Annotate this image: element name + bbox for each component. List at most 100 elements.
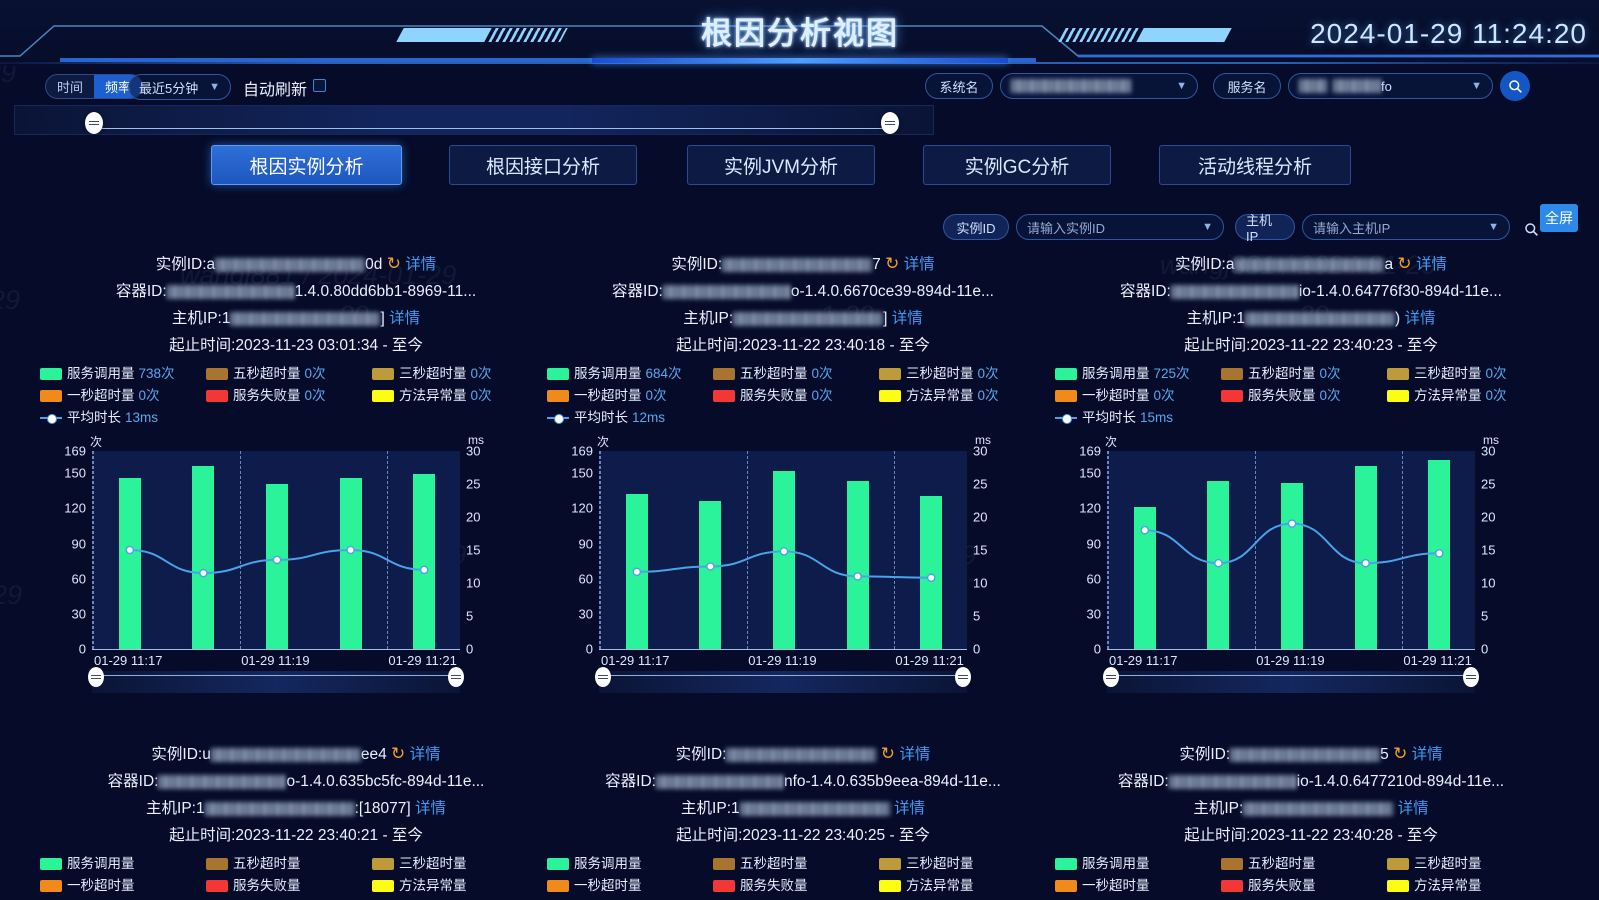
legend-item-timeout1[interactable]: 一秒超时量 bbox=[40, 875, 206, 897]
time-range-handle-left[interactable] bbox=[85, 112, 103, 134]
chart-line-point[interactable] bbox=[706, 562, 715, 571]
chart-line-point[interactable] bbox=[779, 547, 789, 556]
legend-item-calls[interactable]: 服务调用量 738次 bbox=[40, 363, 206, 385]
search-button-primary[interactable] bbox=[1500, 71, 1530, 101]
legend-item-timeout1[interactable]: 一秒超时量 bbox=[1055, 875, 1221, 897]
chart-line-point[interactable] bbox=[632, 567, 642, 577]
legend-item-avg[interactable]: 平均时长 15ms bbox=[1055, 407, 1567, 429]
instance-detail-link[interactable]: 详情 bbox=[904, 256, 935, 273]
legend-item-timeout5[interactable]: 五秒超时量 bbox=[1221, 853, 1387, 875]
instance-detail-link[interactable]: 详情 bbox=[899, 746, 930, 763]
chart-zoom-handle-right[interactable] bbox=[1463, 667, 1479, 687]
system-name-select[interactable]: ▼ bbox=[1000, 73, 1198, 99]
instance-detail-link[interactable]: 详情 bbox=[1416, 256, 1447, 273]
chart-zoom-handle-left[interactable] bbox=[595, 667, 611, 687]
chart-zoom-slider[interactable] bbox=[595, 667, 971, 693]
tab-root-instance-analysis[interactable]: 根因实例分析 bbox=[211, 145, 402, 185]
instance-detail-link[interactable]: 详情 bbox=[1412, 746, 1443, 763]
instance-detail-link[interactable]: 详情 bbox=[410, 746, 441, 763]
refresh-icon[interactable]: ↻ bbox=[881, 744, 895, 763]
legend-item-avg[interactable]: 平均时长 13ms bbox=[40, 407, 552, 429]
time-range-select[interactable]: 最近5分钟 ▼ bbox=[128, 74, 231, 100]
legend-item-timeout5[interactable]: 五秒超时量 bbox=[206, 853, 372, 875]
mode-time-option[interactable]: 时间 bbox=[46, 75, 94, 98]
chart-zoom-handle-right[interactable] bbox=[955, 667, 971, 687]
legend-item-timeout5[interactable]: 五秒超时量 0次 bbox=[206, 363, 372, 385]
chart-line-point[interactable] bbox=[125, 545, 135, 555]
legend-item-fails[interactable]: 服务失败量 0次 bbox=[1221, 385, 1387, 407]
host-detail-link[interactable]: 详情 bbox=[1398, 800, 1429, 817]
legend-item-calls[interactable]: 服务调用量 bbox=[40, 853, 206, 875]
legend-item-fails[interactable]: 服务失败量 bbox=[206, 875, 372, 897]
tab-root-interface-analysis[interactable]: 根因接口分析 bbox=[449, 145, 637, 185]
chart-line-point[interactable] bbox=[1361, 558, 1370, 568]
chart-zoom-handle-left[interactable] bbox=[88, 667, 104, 687]
host-ip-input[interactable]: 请输入主机IP ▼ bbox=[1302, 214, 1510, 240]
chart-line-point[interactable] bbox=[926, 573, 936, 583]
tab-instance-jvm-analysis[interactable]: 实例JVM分析 bbox=[687, 145, 875, 185]
legend-item-calls[interactable]: 服务调用量 bbox=[1055, 853, 1221, 875]
legend-item-timeout5[interactable]: 五秒超时量 bbox=[713, 853, 879, 875]
chart-zoom-handle-right[interactable] bbox=[448, 667, 464, 687]
legend-item-calls[interactable]: 服务调用量 725次 bbox=[1055, 363, 1221, 385]
refresh-icon[interactable]: ↻ bbox=[391, 744, 405, 763]
legend-item-exceptions[interactable]: 方法异常量 0次 bbox=[1387, 385, 1553, 407]
legend-item-timeout3[interactable]: 三秒超时量 bbox=[1387, 853, 1553, 875]
time-range-handle-right[interactable] bbox=[881, 112, 899, 134]
host-detail-link[interactable]: 详情 bbox=[892, 310, 923, 327]
legend-item-calls[interactable]: 服务调用量 684次 bbox=[547, 363, 713, 385]
legend-item-timeout5[interactable]: 五秒超时量 0次 bbox=[713, 363, 879, 385]
host-detail-link[interactable]: 详情 bbox=[415, 800, 446, 817]
host-detail-link[interactable]: 详情 bbox=[1405, 310, 1436, 327]
legend-item-fails[interactable]: 服务失败量 bbox=[1221, 875, 1387, 897]
instance-detail-link[interactable]: 详情 bbox=[405, 256, 436, 273]
service-name-select[interactable]: fo ▼ bbox=[1288, 73, 1493, 99]
legend-item-timeout1[interactable]: 一秒超时量 bbox=[547, 875, 713, 897]
legend-item-timeout3[interactable]: 三秒超时量 0次 bbox=[1387, 363, 1553, 385]
instance-metrics-chart[interactable]: 次 ms 0 30 60 90 120 150 169 0 5 10 15 20 25 30 01-29 11:… bbox=[1055, 431, 1525, 693]
legend-item-timeout1[interactable]: 一秒超时量 0次 bbox=[40, 385, 206, 407]
legend-item-timeout1[interactable]: 一秒超时量 0次 bbox=[1055, 385, 1221, 407]
chart-zoom-slider[interactable] bbox=[88, 667, 464, 693]
legend-item-fails[interactable]: 服务失败量 0次 bbox=[206, 385, 372, 407]
chart-line-point[interactable] bbox=[1434, 549, 1444, 558]
refresh-icon[interactable]: ↻ bbox=[1397, 254, 1411, 273]
legend-item-exceptions[interactable]: 方法异常量 0次 bbox=[879, 385, 1045, 407]
fullscreen-button[interactable]: 全屏 bbox=[1540, 204, 1578, 232]
refresh-icon[interactable]: ↻ bbox=[387, 254, 401, 273]
instance-metrics-chart[interactable]: 次 ms 0 30 60 90 120 150 169 0 5 10 15 20 25 30 01-29 11:… bbox=[547, 431, 1017, 693]
legend-item-timeout5[interactable]: 五秒超时量 0次 bbox=[1221, 363, 1387, 385]
refresh-icon[interactable]: ↻ bbox=[1393, 744, 1407, 763]
instance-metrics-chart[interactable]: 次 ms 0 30 60 90 120 150 169 0 5 10 15 20 25 30 01-29 11:… bbox=[40, 431, 510, 693]
host-detail-link[interactable]: 详情 bbox=[389, 310, 420, 327]
chart-line-point[interactable] bbox=[853, 572, 862, 581]
chart-line-point[interactable] bbox=[346, 545, 355, 555]
chart-line-point[interactable] bbox=[1287, 519, 1297, 528]
time-range-slider[interactable] bbox=[14, 105, 934, 135]
host-detail-link[interactable]: 详情 bbox=[894, 800, 925, 817]
legend-item-calls[interactable]: 服务调用量 bbox=[547, 853, 713, 875]
chart-line-point[interactable] bbox=[199, 568, 208, 578]
legend-item-timeout3[interactable]: 三秒超时量 bbox=[879, 853, 1045, 875]
tab-instance-gc-analysis[interactable]: 实例GC分析 bbox=[923, 145, 1111, 185]
auto-refresh-checkbox[interactable] bbox=[313, 79, 326, 92]
legend-item-exceptions[interactable]: 方法异常量 0次 bbox=[372, 385, 538, 407]
instance-id-input[interactable]: 请输入实例ID ▼ bbox=[1016, 214, 1224, 240]
chart-zoom-slider[interactable] bbox=[1103, 667, 1479, 693]
legend-item-timeout3[interactable]: 三秒超时量 0次 bbox=[372, 363, 538, 385]
legend-item-exceptions[interactable]: 方法异常量 bbox=[879, 875, 1045, 897]
legend-item-exceptions[interactable]: 方法异常量 bbox=[372, 875, 538, 897]
chart-line-point[interactable] bbox=[419, 565, 429, 575]
legend-item-fails[interactable]: 服务失败量 0次 bbox=[713, 385, 879, 407]
refresh-icon[interactable]: ↻ bbox=[885, 254, 899, 273]
legend-item-timeout1[interactable]: 一秒超时量 0次 bbox=[547, 385, 713, 407]
legend-item-timeout3[interactable]: 三秒超时量 bbox=[372, 853, 538, 875]
legend-item-avg[interactable]: 平均时长 12ms bbox=[547, 407, 1059, 429]
chart-zoom-handle-left[interactable] bbox=[1103, 667, 1119, 687]
tab-active-thread-analysis[interactable]: 活动线程分析 bbox=[1159, 145, 1351, 185]
chart-line-point[interactable] bbox=[1214, 558, 1223, 568]
legend-item-timeout3[interactable]: 三秒超时量 0次 bbox=[879, 363, 1045, 385]
legend-item-exceptions[interactable]: 方法异常量 bbox=[1387, 875, 1553, 897]
chart-line-point[interactable] bbox=[1140, 525, 1150, 535]
chart-line-point[interactable] bbox=[272, 555, 282, 565]
